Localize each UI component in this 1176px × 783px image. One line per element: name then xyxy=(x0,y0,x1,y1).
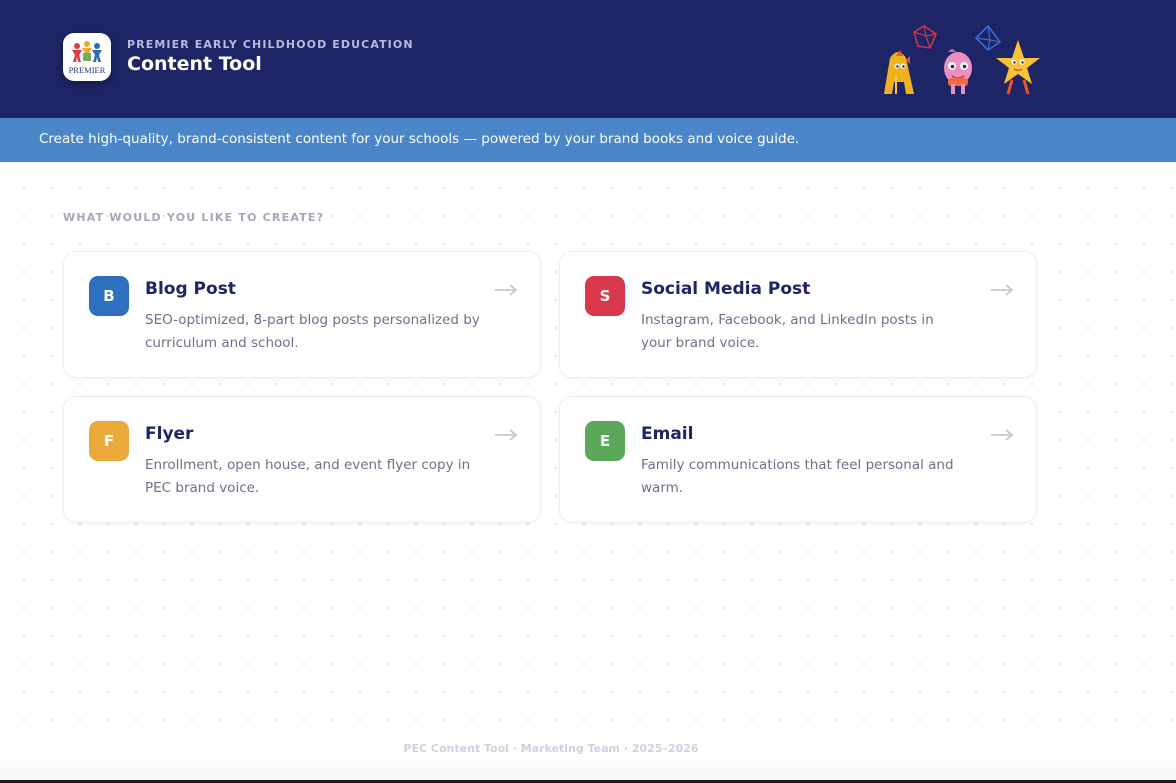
blog-post-badge: B xyxy=(89,276,129,316)
red-gem-icon xyxy=(913,25,937,49)
card-description: Enrollment, open house, and event flyer … xyxy=(145,457,471,496)
social-media-post-badge: S xyxy=(585,276,625,316)
tagline-text: Create high-quality, brand-consistent co… xyxy=(39,131,800,147)
card-title: Email xyxy=(641,424,694,444)
app-title: Content Tool xyxy=(127,53,262,75)
arrow-right-icon xyxy=(495,284,518,296)
mascot-characters-illustration xyxy=(884,24,1040,95)
blue-gem-icon xyxy=(974,24,1002,52)
social-media-post-card[interactable]: S Social Media Post Instagram, Facebook,… xyxy=(559,251,1037,378)
flyer-badge: F xyxy=(89,421,129,461)
tagline-banner: Create high-quality, brand-consistent co… xyxy=(0,118,1176,162)
card-title: Flyer xyxy=(145,424,194,444)
arrow-right-icon xyxy=(495,429,518,441)
footer-text: PEC Content Tool · Marketing Team · 2025… xyxy=(403,742,699,755)
logo-wordmark: PREMIER xyxy=(69,65,106,75)
org-name: PREMIER EARLY CHILDHOOD EDUCATION xyxy=(127,38,414,51)
yellow-letter-a-mascot xyxy=(884,50,914,94)
arrow-right-icon xyxy=(991,429,1014,441)
blog-post-card[interactable]: B Blog Post SEO-optimized, 8-part blog p… xyxy=(63,251,541,378)
section-heading: WHAT WOULD YOU LIKE TO CREATE? xyxy=(63,211,325,224)
premier-logo[interactable]: PREMIER xyxy=(63,33,111,81)
card-description: Family communications that feel personal… xyxy=(641,457,954,496)
app-header: PREMIER PREMIER EARLY CHILDHOOD EDUCATIO… xyxy=(0,0,1176,118)
email-card[interactable]: E Email Family communications that feel … xyxy=(559,396,1037,523)
arrow-right-icon xyxy=(991,284,1014,296)
card-title: Blog Post xyxy=(145,279,236,299)
star-mascot xyxy=(996,40,1040,95)
flyer-card[interactable]: F Flyer Enrollment, open house, and even… xyxy=(63,396,541,523)
premier-logo-icon: PREMIER xyxy=(69,41,106,75)
email-badge: E xyxy=(585,421,625,461)
card-description: Instagram, Facebook, and LinkedIn posts … xyxy=(641,312,934,351)
card-title: Social Media Post xyxy=(641,279,811,299)
pink-blob-mascot xyxy=(944,49,972,94)
card-description: SEO-optimized, 8-part blog posts persona… xyxy=(145,312,480,351)
